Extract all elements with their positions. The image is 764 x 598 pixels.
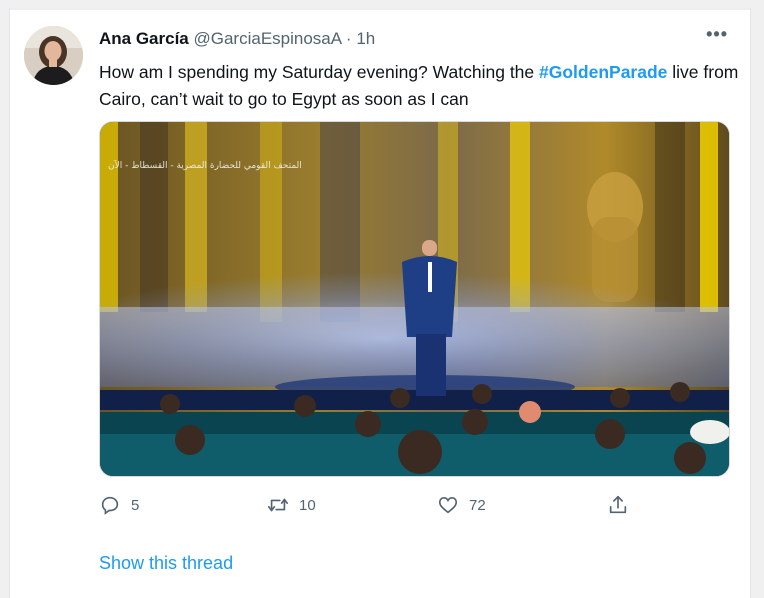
author-name[interactable]: Ana García [99, 29, 189, 48]
tweet-actions: 5 10 72 [99, 494, 659, 520]
timestamp[interactable]: 1h [356, 29, 375, 48]
tweet-media-image[interactable]: المتحف القومي للحضارة المصرية - القسطاط … [99, 121, 730, 477]
retweet-count: 10 [299, 496, 316, 514]
tweet-card[interactable]: Ana García @GarciaEspinosaA · 1h ••• How… [9, 8, 751, 598]
reply-button[interactable]: 5 [99, 494, 139, 516]
retweet-button[interactable]: 10 [267, 494, 316, 516]
show-thread-link[interactable]: Show this thread [99, 553, 233, 574]
like-button[interactable]: 72 [437, 494, 486, 516]
more-icon[interactable]: ••• [706, 24, 728, 45]
author-handle[interactable]: @GarciaEspinosaA [194, 29, 342, 48]
share-button[interactable] [607, 494, 629, 516]
media-overlay-text: المتحف القومي للحضارة المصرية - القسطاط … [108, 159, 302, 171]
separator-dot: · [345, 29, 352, 48]
avatar[interactable] [24, 26, 83, 85]
hashtag-link[interactable]: #GoldenParade [539, 62, 667, 82]
reply-icon [101, 496, 119, 515]
reply-count: 5 [131, 496, 140, 514]
like-icon [438, 497, 458, 514]
share-icon [609, 495, 627, 514]
tweet-header: Ana García @GarciaEspinosaA · 1h [99, 29, 375, 49]
like-count: 72 [469, 496, 486, 514]
tweet-text: How am I spending my Saturday evening? W… [99, 59, 739, 113]
retweet-icon [268, 498, 288, 512]
tweet-text-part: How am I spending my Saturday evening? W… [99, 62, 540, 82]
